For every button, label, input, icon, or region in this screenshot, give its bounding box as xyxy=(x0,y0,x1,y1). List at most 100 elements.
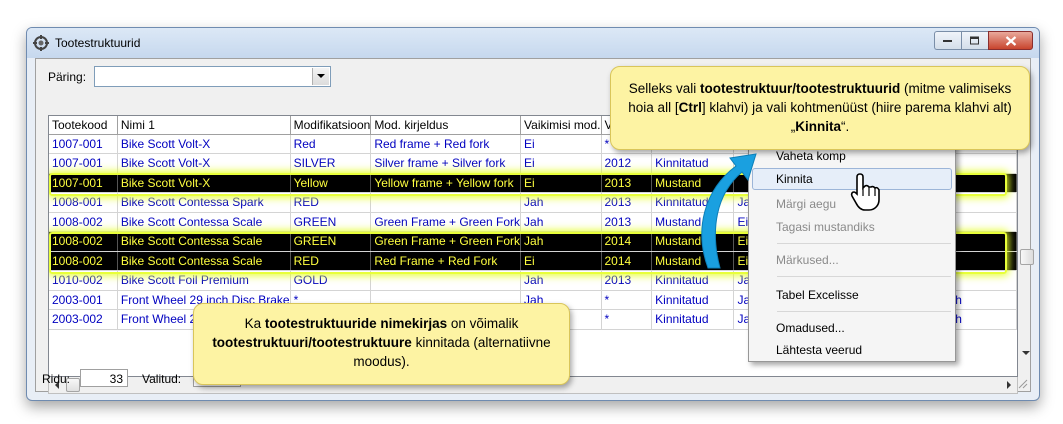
menu-separator xyxy=(777,243,951,244)
table-cell: GOLD xyxy=(290,270,372,291)
table-cell xyxy=(370,192,522,213)
table-cell: * xyxy=(601,309,653,330)
table-cell: Jah xyxy=(520,270,602,291)
table-cell: 1008-002 xyxy=(49,212,118,232)
table-cell: RED xyxy=(290,251,372,271)
query-select[interactable] xyxy=(94,66,331,87)
close-button[interactable] xyxy=(988,31,1033,50)
table-cell: 1008-002 xyxy=(49,231,118,252)
minimize-icon xyxy=(943,39,952,42)
table-cell: Kinnitatud xyxy=(651,270,735,291)
menu-item-markused[interactable]: Märkused... xyxy=(752,249,952,271)
rows-count: 33 xyxy=(80,369,128,387)
table-cell: Bike Scott Volt-X xyxy=(117,153,291,174)
callout-text: on võimalik xyxy=(447,316,519,331)
menu-separator xyxy=(777,276,951,277)
chevron-down-icon xyxy=(317,74,325,78)
table-cell: Bike Scott Contessa Scale xyxy=(117,231,291,252)
callout-bold: tootestruktuuride nimekirjas xyxy=(264,316,448,331)
menu-item-omadused[interactable]: Omadused... xyxy=(752,317,952,339)
table-cell: * xyxy=(601,290,653,310)
callout-text: ] klahvi) ja vali kohtmenüüst (hiire par… xyxy=(701,100,1012,134)
scroll-down-icon[interactable] xyxy=(1022,351,1031,357)
menu-item-lahtesta-veerud[interactable]: Lähtesta veerud xyxy=(752,339,952,361)
table-cell: Red xyxy=(290,134,372,154)
resize-grip-icon[interactable] xyxy=(1016,377,1028,389)
table-cell: Green Frame + Green Fork xyxy=(370,231,522,252)
table-cell: Jah xyxy=(520,212,602,232)
table-cell: 1007-001 xyxy=(49,173,118,193)
table-cell: 1008-001 xyxy=(49,192,118,213)
instruction-callout-bottom: Ka tootestruktuuride nimekirjas on võima… xyxy=(193,303,570,385)
table-cell: 1010-002 xyxy=(49,270,118,291)
vertical-scrollbar-thumb[interactable] xyxy=(1020,249,1034,265)
table-cell: Ei xyxy=(520,153,602,174)
table-cell: GREEN xyxy=(290,231,372,252)
menu-separator xyxy=(777,311,951,312)
column-header[interactable]: Tootekood xyxy=(49,116,118,135)
maximize-icon xyxy=(970,36,979,44)
table-cell: Jah xyxy=(520,192,602,213)
table-cell: Red frame + Red fork xyxy=(370,134,522,154)
table-cell: Ei xyxy=(520,173,602,193)
callout-bold: tootestruktuuri/tootestruktuure xyxy=(212,335,412,350)
table-cell: 2014 xyxy=(601,231,653,252)
table-cell: Ei xyxy=(520,134,602,154)
table-cell: 1007-001 xyxy=(49,153,118,174)
app-icon xyxy=(33,35,49,51)
hand-cursor-icon xyxy=(850,173,880,211)
table-cell: GREEN xyxy=(290,212,372,232)
table-cell: RED xyxy=(290,192,372,213)
selected-label: Valitud: xyxy=(142,372,182,386)
callout-bold: Ctrl xyxy=(678,100,702,115)
table-cell: Red Frame + Red Fork xyxy=(370,251,522,271)
callout-bold: tootestruktuur/tootestruktuurid xyxy=(700,81,901,96)
rows-label: Ridu: xyxy=(42,372,71,386)
menu-item-tagasi-mustandiks[interactable]: Tagasi mustandiks xyxy=(752,216,952,238)
column-header[interactable]: Nimi 1 xyxy=(117,116,291,135)
table-cell: Bike Scott Volt-X xyxy=(117,134,291,154)
table-cell xyxy=(370,270,522,291)
instruction-callout-top: Selleks vali tootestruktuur/tootestruktu… xyxy=(610,66,1030,150)
table-cell: Green Frame + Green Fork xyxy=(370,212,522,232)
window-title: Tootestruktuurid xyxy=(55,36,141,50)
table-cell: Jah xyxy=(520,231,602,252)
table-cell: 1007-001 xyxy=(49,134,118,154)
query-label: Päring: xyxy=(48,70,87,84)
table-cell: 2013 xyxy=(601,270,653,291)
table-cell: Kinnitatud xyxy=(651,290,735,310)
table-cell: Kinnitatud xyxy=(651,309,735,330)
callout-bold: Kinnita xyxy=(795,119,841,134)
table-cell: Bike Scott Contessa Scale xyxy=(117,212,291,232)
table-cell: 2003-001 xyxy=(49,290,118,310)
column-header[interactable]: Mod. kirjeldus xyxy=(370,116,522,135)
callout-text: Selleks vali xyxy=(628,81,700,96)
table-cell: Yellow frame + Yellow fork xyxy=(370,173,522,193)
table-cell: 2012 xyxy=(601,153,653,174)
minimize-button[interactable] xyxy=(934,31,961,50)
maximize-button[interactable] xyxy=(961,31,988,50)
table-cell: 2013 xyxy=(601,192,653,213)
table-cell: Ei xyxy=(520,251,602,271)
table-cell: Bike Scott Contessa Spark xyxy=(117,192,291,213)
callout-text: Ka xyxy=(244,316,265,331)
title-bar[interactable]: Tootestruktuurid xyxy=(27,28,1039,58)
pointer-arrow-icon xyxy=(701,153,757,269)
column-header[interactable]: Vaikimisi mod. xyxy=(520,116,602,135)
table-cell: Bike Scott Volt-X xyxy=(117,173,291,193)
table-cell: Yellow xyxy=(290,173,372,193)
query-dropdown-button[interactable] xyxy=(312,68,329,85)
table-cell: 1008-002 xyxy=(49,251,118,271)
table-cell: 2014 xyxy=(601,251,653,271)
table-cell: Silver frame + Silver fork xyxy=(370,153,522,174)
table-cell: Bike Scott Foil Premium xyxy=(117,270,291,291)
column-header[interactable]: Modifikatsioon xyxy=(290,116,372,135)
table-cell: 2013 xyxy=(601,173,653,193)
table-cell: 2003-002 xyxy=(49,309,118,330)
table-cell: 2013 xyxy=(601,212,653,232)
menu-item-tabel-excelisse[interactable]: Tabel Excelisse xyxy=(752,284,952,306)
table-cell: Bike Scott Contessa Scale xyxy=(117,251,291,271)
close-icon xyxy=(1005,35,1016,46)
table-cell: SILVER xyxy=(290,153,372,174)
callout-text: “. xyxy=(841,119,850,134)
